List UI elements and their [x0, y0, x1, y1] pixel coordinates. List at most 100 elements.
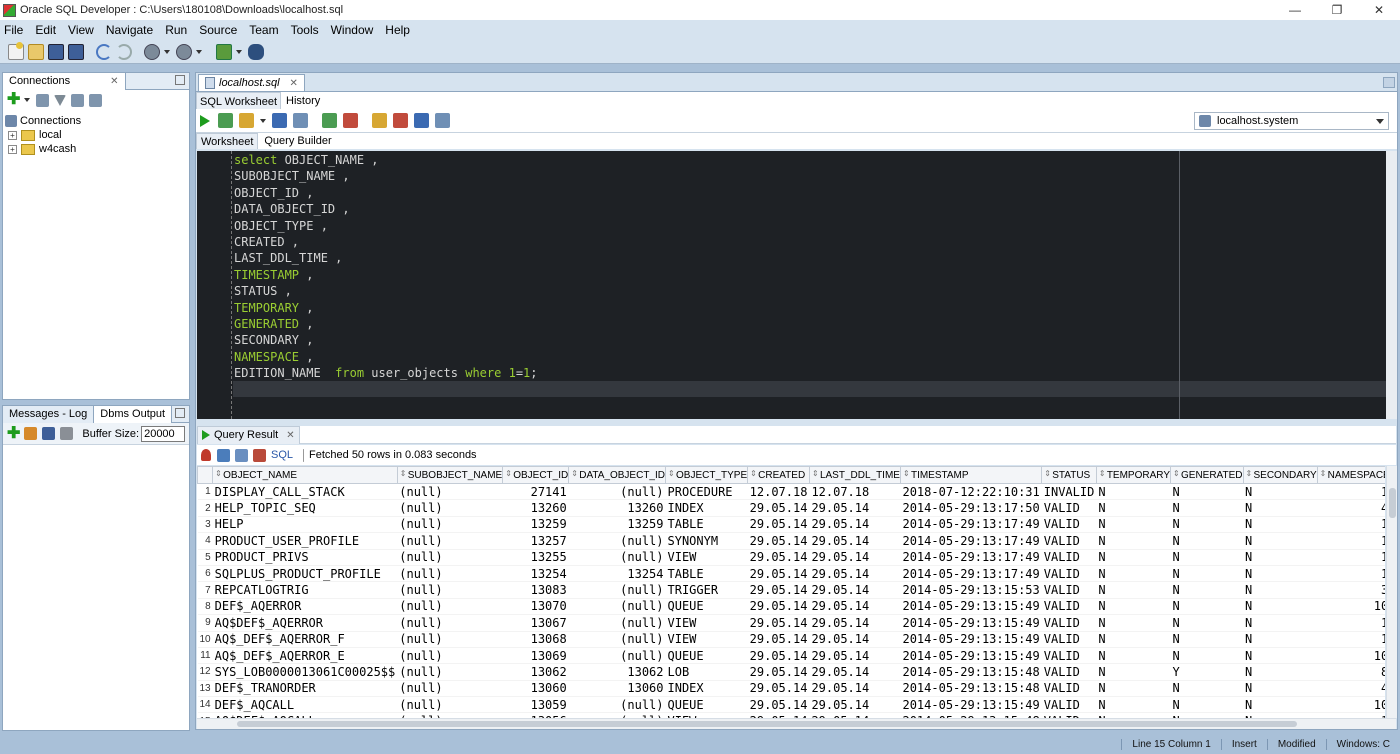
table-row[interactable]: 13DEF$_TRANORDER(null)1306013060INDEX29.… — [198, 680, 1386, 696]
table-cell[interactable]: 29.05.14 — [748, 500, 810, 516]
table-cell[interactable]: 13062 — [569, 664, 666, 680]
table-row[interactable]: 12SYS_LOB0000013061C00025$$(null)1306213… — [198, 664, 1386, 680]
table-row[interactable]: 5PRODUCT_PRIVS(null)13255(null)VIEW29.05… — [198, 549, 1386, 565]
table-cell[interactable]: N — [1243, 598, 1317, 614]
table-cell[interactable]: (null) — [569, 631, 666, 647]
table-row[interactable]: 3HELP(null)1325913259TABLE29.05.1429.05.… — [198, 516, 1386, 532]
table-cell[interactable]: N — [1096, 549, 1170, 565]
table-cell[interactable]: 2014-05-29:13:17:49 — [900, 549, 1041, 565]
table-cell[interactable]: VALID — [1042, 647, 1097, 663]
column-header-secondary[interactable]: SECONDARY — [1243, 467, 1317, 484]
table-cell[interactable]: 10 — [1317, 598, 1385, 614]
table-cell[interactable]: N — [1096, 516, 1170, 532]
table-cell[interactable]: 29.05.14 — [809, 680, 900, 696]
expand-icon[interactable]: + — [8, 145, 17, 154]
table-cell[interactable]: (null) — [569, 484, 666, 500]
table-cell[interactable]: 29.05.14 — [748, 664, 810, 680]
table-cell[interactable]: N — [1243, 500, 1317, 516]
table-cell[interactable]: N — [1171, 647, 1244, 663]
table-cell[interactable]: 13255 — [503, 549, 569, 565]
table-cell[interactable]: 13259 — [503, 516, 569, 532]
table-cell[interactable]: N — [1171, 582, 1244, 598]
table-cell[interactable]: 27141 — [503, 484, 569, 500]
refresh-icon[interactable] — [217, 449, 230, 462]
table-cell[interactable]: N — [1096, 680, 1170, 696]
forward-icon[interactable] — [176, 44, 192, 60]
table-cell[interactable]: 1 — [1317, 615, 1385, 631]
database-run-icon[interactable] — [216, 44, 232, 60]
table-cell[interactable]: 1 — [1317, 516, 1385, 532]
table-cell[interactable]: (null) — [397, 500, 502, 516]
table-cell[interactable]: N — [1243, 647, 1317, 663]
table-cell[interactable]: 29.05.14 — [748, 697, 810, 713]
clear-eraser-icon[interactable] — [393, 113, 408, 128]
table-cell[interactable]: (null) — [397, 582, 502, 598]
sql-tuning-icon[interactable] — [293, 113, 308, 128]
table-cell[interactable]: INVALID — [1042, 484, 1097, 500]
menu-window[interactable]: Window — [331, 23, 374, 37]
table-cell[interactable]: AQ$_DEF$_AQERROR_F — [213, 631, 398, 647]
minimize-panel-icon[interactable] — [175, 75, 185, 85]
editor-vertical-scrollbar[interactable] — [1386, 151, 1397, 419]
table-cell[interactable]: VALID — [1042, 631, 1097, 647]
open-folder-icon[interactable] — [28, 44, 44, 60]
table-cell[interactable]: 29.05.14 — [809, 582, 900, 598]
table-cell[interactable]: VALID — [1042, 598, 1097, 614]
table-cell[interactable]: 1 — [1317, 549, 1385, 565]
table-row[interactable]: 8DEF$_AQERROR(null)13070(null)QUEUE29.05… — [198, 598, 1386, 614]
table-cell[interactable]: 29.05.14 — [748, 533, 810, 549]
back-dropdown-icon[interactable] — [164, 50, 170, 54]
table-cell[interactable]: HELP — [213, 516, 398, 532]
table-cell[interactable]: N — [1096, 647, 1170, 663]
results-vertical-scrollbar[interactable] — [1386, 466, 1397, 718]
table-cell[interactable]: (null) — [397, 664, 502, 680]
table-cell[interactable]: Y — [1171, 664, 1244, 680]
table-cell[interactable]: 13069 — [503, 647, 569, 663]
table-cell[interactable]: 12.07.18 — [809, 484, 900, 500]
table-cell[interactable]: DEF$_TRANORDER — [213, 680, 398, 696]
table-cell[interactable]: N — [1171, 631, 1244, 647]
column-header-generated[interactable]: GENERATED — [1171, 467, 1244, 484]
table-cell[interactable]: TABLE — [666, 565, 748, 581]
table-cell[interactable]: 13260 — [569, 500, 666, 516]
table-row[interactable]: 2HELP_TOPIC_SEQ(null)1326013260INDEX29.0… — [198, 500, 1386, 516]
forward-dropdown-icon[interactable] — [196, 50, 202, 54]
table-cell[interactable]: N — [1096, 484, 1170, 500]
table-cell[interactable]: N — [1096, 565, 1170, 581]
table-cell[interactable]: N — [1171, 697, 1244, 713]
table-cell[interactable]: N — [1171, 549, 1244, 565]
undo-icon[interactable] — [96, 44, 112, 60]
menu-run[interactable]: Run — [165, 23, 187, 37]
save-icon[interactable] — [48, 44, 64, 60]
table-cell[interactable]: (null) — [397, 549, 502, 565]
table-cell[interactable]: 29.05.14 — [809, 631, 900, 647]
table-cell[interactable]: 13259 — [569, 516, 666, 532]
expand-icon[interactable]: + — [8, 131, 17, 140]
tab-worksheet[interactable]: Worksheet — [196, 133, 258, 149]
table-cell[interactable]: N — [1243, 680, 1317, 696]
table-cell[interactable]: DISPLAY_CALL_STACK — [213, 484, 398, 500]
table-cell[interactable]: 10 — [1317, 697, 1385, 713]
table-cell[interactable]: (null) — [569, 598, 666, 614]
table-cell[interactable]: N — [1096, 615, 1170, 631]
table-row[interactable]: 6SQLPLUS_PRODUCT_PROFILE(null)1325413254… — [198, 565, 1386, 581]
table-cell[interactable]: VALID — [1042, 664, 1097, 680]
table-cell[interactable]: 2014-05-29:13:15:53 — [900, 582, 1041, 598]
table-cell[interactable]: SQLPLUS_PRODUCT_PROFILE — [213, 565, 398, 581]
table-cell[interactable]: (null) — [569, 582, 666, 598]
table-cell[interactable]: (null) — [397, 647, 502, 663]
table-cell[interactable]: 13260 — [503, 500, 569, 516]
table-cell[interactable]: VALID — [1042, 500, 1097, 516]
table-cell[interactable]: N — [1096, 533, 1170, 549]
close-icon[interactable]: ✕ — [290, 78, 298, 89]
table-cell[interactable]: 29.05.14 — [809, 533, 900, 549]
table-cell[interactable]: N — [1171, 484, 1244, 500]
table-cell[interactable]: 10 — [1317, 647, 1385, 663]
table-cell[interactable]: N — [1243, 615, 1317, 631]
table-cell[interactable]: 2014-05-29:13:15:49 — [900, 615, 1041, 631]
table-cell[interactable]: N — [1243, 582, 1317, 598]
table-row[interactable]: 7REPCATLOGTRIG(null)13083(null)TRIGGER29… — [198, 582, 1386, 598]
tab-query-builder[interactable]: Query Builder — [260, 133, 335, 149]
table-cell[interactable]: (null) — [397, 516, 502, 532]
sql-history-icon[interactable] — [414, 113, 429, 128]
